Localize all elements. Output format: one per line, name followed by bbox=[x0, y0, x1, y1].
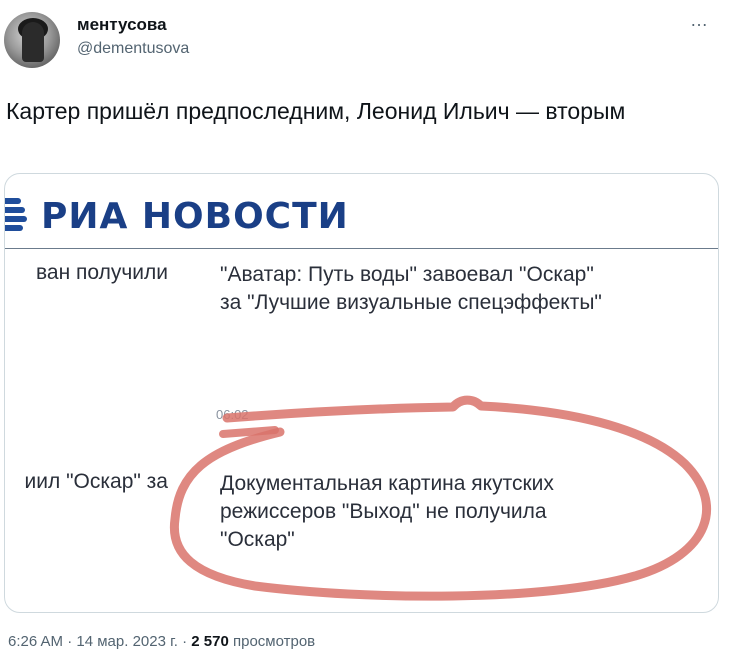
left-column-text-2: иил "Оскар" за bbox=[24, 470, 168, 493]
views-count: 2 570 bbox=[191, 633, 229, 650]
ria-logo-icon bbox=[5, 194, 31, 238]
ria-novosti-logo: РИА НОВОСТИ bbox=[5, 194, 349, 238]
tweet-media-image[interactable]: РИА НОВОСТИ ван получили "Аватар: Путь в… bbox=[4, 173, 719, 613]
tweet-date[interactable]: 14 мар. 2023 г. bbox=[76, 633, 178, 650]
user-handle[interactable]: @dementusova bbox=[77, 40, 189, 58]
avatar[interactable] bbox=[4, 12, 60, 68]
separator: · bbox=[67, 633, 77, 650]
more-options-icon[interactable]: … bbox=[690, 10, 709, 31]
ria-logo-text: РИА НОВОСТИ bbox=[41, 195, 349, 237]
left-column-text-1: ван получили bbox=[35, 261, 168, 284]
display-name[interactable]: ментусова bbox=[77, 15, 167, 35]
avatar-figure bbox=[22, 22, 44, 62]
header-divider bbox=[5, 248, 718, 249]
separator: · bbox=[182, 633, 192, 650]
headline-exit: Документальная картина якутских режиссер… bbox=[220, 472, 554, 551]
views-label: просмотров bbox=[232, 633, 316, 650]
tweet-time[interactable]: 6:26 AM bbox=[8, 633, 63, 650]
tweet-footer: 6:26 AM · 14 мар. 2023 г. · 2 570 просмо… bbox=[8, 633, 315, 650]
news-time: 06:02 bbox=[216, 407, 249, 422]
headline-avatar: "Аватар: Путь воды" завоевал "Оскар" за … bbox=[220, 263, 602, 314]
tweet-text: Картер пришёл предпоследним, Леонид Ильи… bbox=[6, 98, 626, 124]
